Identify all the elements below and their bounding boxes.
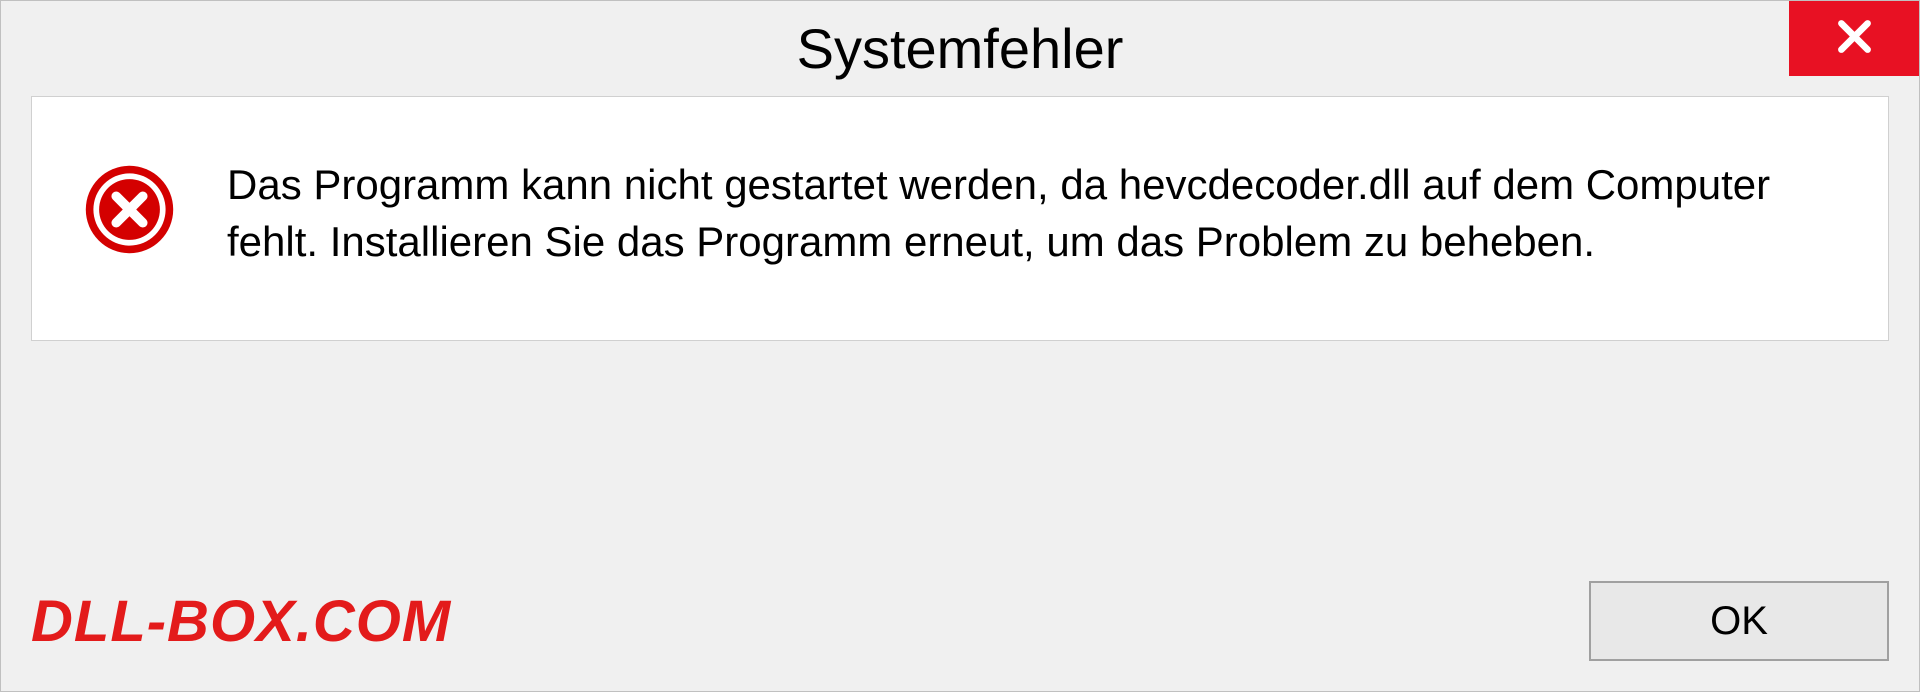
error-dialog: Systemfehler Das Programm kann nicht ges…: [0, 0, 1920, 692]
watermark-text: DLL-BOX.COM: [31, 588, 451, 655]
error-icon: [82, 157, 177, 262]
content-area: Das Programm kann nicht gestartet werden…: [31, 96, 1889, 341]
titlebar: Systemfehler: [1, 1, 1919, 96]
ok-button[interactable]: OK: [1589, 581, 1889, 661]
footer: DLL-BOX.COM OK: [31, 581, 1889, 661]
close-icon: [1832, 14, 1877, 64]
dialog-title: Systemfehler: [797, 16, 1124, 81]
error-message: Das Programm kann nicht gestartet werden…: [227, 157, 1838, 270]
close-button[interactable]: [1789, 1, 1919, 76]
